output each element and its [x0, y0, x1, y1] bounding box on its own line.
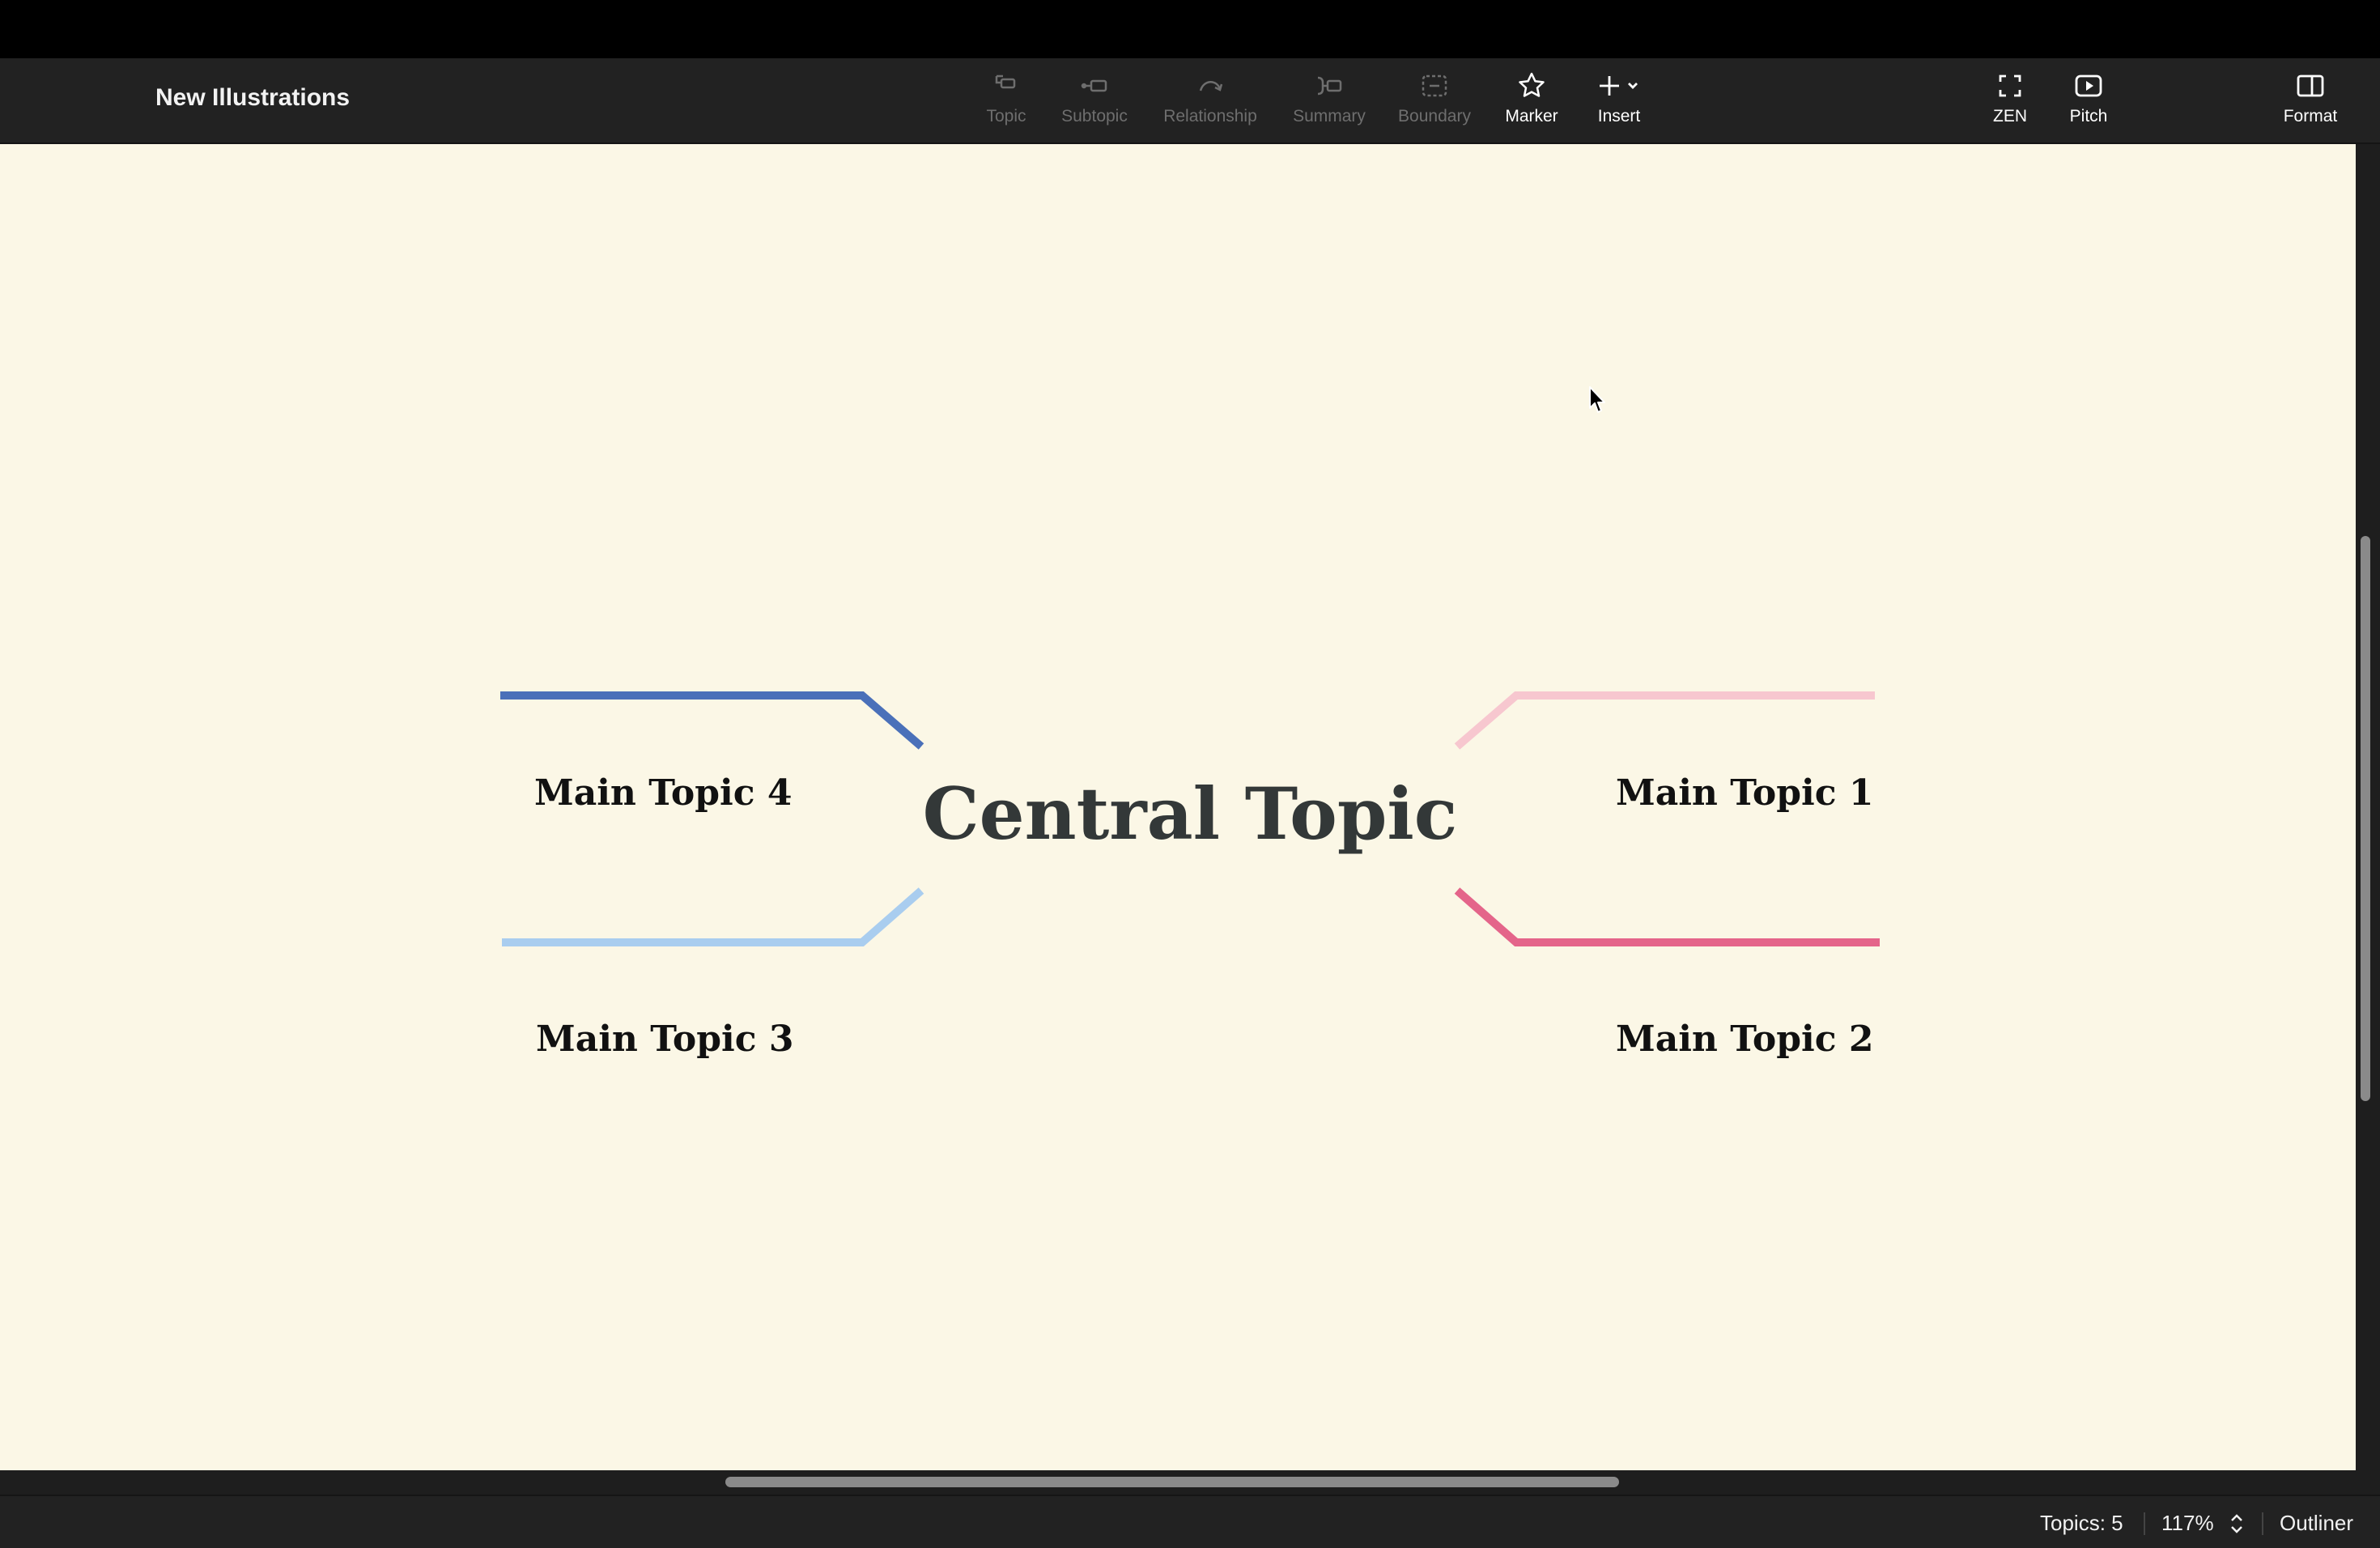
main-topic-1[interactable]: Main Topic 1: [1616, 772, 1873, 814]
branch-main-topic-3: [502, 887, 924, 946]
subtopic-button[interactable]: Subtopic: [1054, 70, 1135, 134]
relationship-button[interactable]: Relationship: [1156, 70, 1264, 134]
main-topic-2[interactable]: Main Topic 2: [1616, 1019, 1873, 1060]
topic-icon: [995, 74, 1016, 89]
marker-button[interactable]: Marker: [1499, 70, 1564, 134]
document-title[interactable]: New Illustrations: [155, 84, 350, 112]
outliner-button[interactable]: Outliner: [2280, 1511, 2353, 1536]
toolbar: New Illustrations Topic Subtopic Relatio…: [0, 58, 2380, 144]
insert-button[interactable]: Insert: [1587, 70, 1651, 134]
zoom-level[interactable]: 117%: [2161, 1511, 2214, 1536]
summary-button[interactable]: Summary: [1287, 70, 1371, 134]
branch-main-topic-4: [500, 691, 924, 750]
summary-icon: [1317, 76, 1342, 96]
star-icon: [1519, 72, 1545, 97]
branch-main-topic-1: [1454, 691, 1875, 750]
horizontal-scrollbar-thumb[interactable]: [725, 1477, 1619, 1487]
status-divider: [2144, 1512, 2145, 1535]
vertical-scrollbar-thumb[interactable]: [2361, 536, 2370, 1101]
status-bar: Topics: 5 117% Outliner: [0, 1495, 2380, 1548]
boundary-icon: [1422, 74, 1447, 97]
subtopic-icon: [1081, 79, 1107, 92]
main-topic-3[interactable]: Main Topic 3: [536, 1019, 793, 1060]
main-topic-4[interactable]: Main Topic 4: [534, 772, 792, 814]
panel-icon: [2297, 74, 2324, 97]
horizontal-scrollbar[interactable]: [0, 1470, 2380, 1495]
central-topic[interactable]: Central Topic: [923, 772, 1458, 856]
fullscreen-icon: [1999, 74, 2021, 97]
mouse-cursor-icon: [1589, 386, 1605, 413]
pitch-button[interactable]: Pitch: [2056, 70, 2121, 134]
zen-button[interactable]: ZEN: [1978, 70, 2042, 134]
zoom-stepper-icon[interactable]: [2228, 1512, 2246, 1535]
status-divider: [2262, 1512, 2263, 1535]
vertical-scrollbar[interactable]: [2356, 144, 2380, 1470]
window-title-bar: [0, 0, 2380, 58]
chevron-down-icon: [1628, 83, 1638, 89]
mindmap: Central Topic Main Topic 4 Main Topic 3 …: [500, 691, 1880, 1060]
format-button[interactable]: Format: [2275, 70, 2346, 134]
boundary-button[interactable]: Boundary: [1392, 70, 1477, 134]
mindmap-canvas[interactable]: Central Topic Main Topic 4 Main Topic 3 …: [0, 144, 2356, 1470]
play-icon: [2075, 74, 2102, 97]
branch-main-topic-2: [1454, 887, 1880, 946]
relationship-icon: [1199, 81, 1223, 91]
topics-count: Topics: 5: [2040, 1511, 2123, 1535]
plus-icon: [1600, 76, 1638, 96]
topic-button[interactable]: Topic: [978, 70, 1035, 134]
